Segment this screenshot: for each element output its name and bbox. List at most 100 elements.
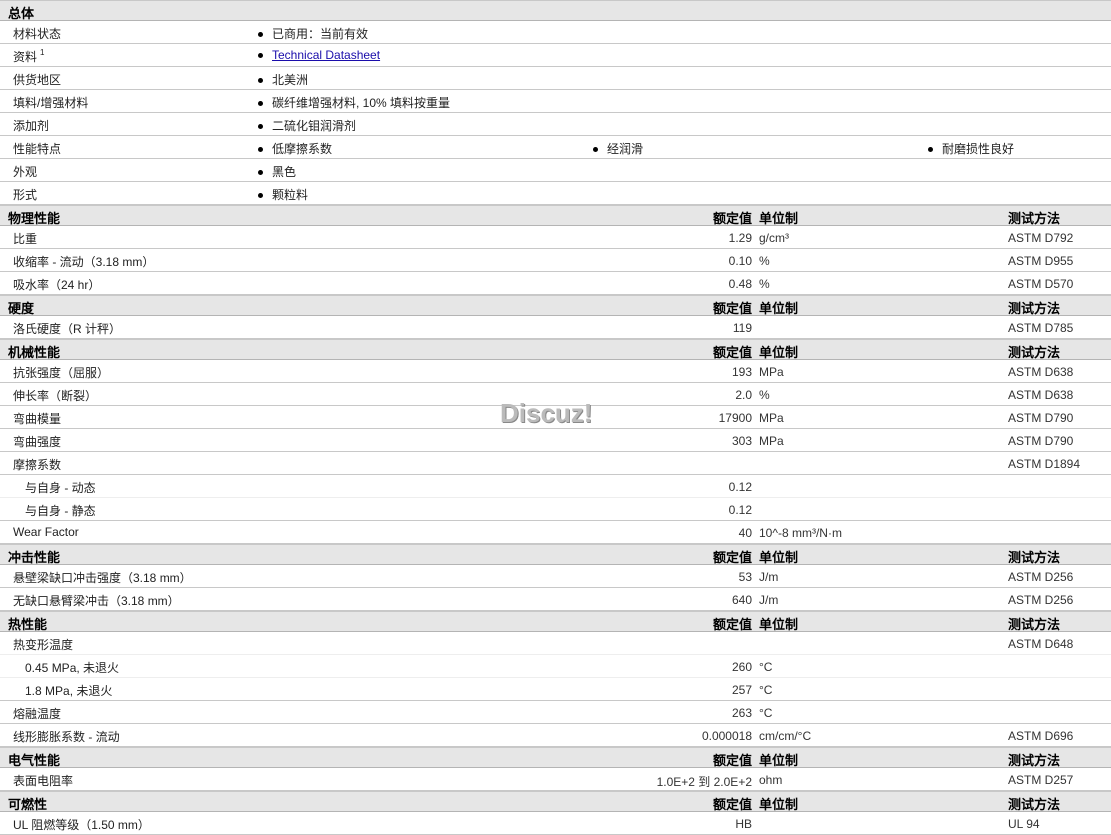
- property-label: 悬壁梁缺口冲击强度（3.18 mm）: [13, 571, 192, 585]
- section-title: 硬度: [8, 301, 35, 316]
- test-method: ASTM D256: [1008, 570, 1074, 584]
- property-unit: MPa: [759, 365, 784, 379]
- column-header-unit: 单位制: [759, 301, 799, 316]
- value-text: 已商用：当前有效: [272, 27, 369, 41]
- property-row: 表面电阻率 1.0E+2 到 2.0E+2 ohm ASTM D257: [0, 768, 1111, 791]
- property-unit: °C: [759, 660, 773, 674]
- test-method: ASTM D1894: [1008, 457, 1081, 471]
- section-title: 冲击性能: [8, 550, 61, 565]
- column-header-value: 额定值: [712, 797, 752, 812]
- property-label-text: 填料/增强材料: [13, 96, 89, 110]
- property-row: 摩擦系数 ASTM D1894: [0, 452, 1111, 475]
- property-label: 弯曲强度: [13, 435, 62, 449]
- property-label: 供货地区: [13, 71, 61, 88]
- column-header-method: 测试方法: [1008, 345, 1061, 360]
- property-unit: 10^-8 mm³/N·m: [759, 526, 842, 540]
- test-method: ASTM D790: [1008, 411, 1074, 425]
- property-value: 0.48: [728, 277, 752, 291]
- property-value: 260: [731, 660, 752, 674]
- property-label-text: 材料状态: [13, 27, 62, 41]
- property-label: 洛氏硬度（R 计秤）: [13, 322, 122, 336]
- property-label: Wear Factor: [13, 525, 79, 539]
- property-label: 熔融温度: [13, 707, 62, 721]
- property-unit: °C: [759, 683, 773, 697]
- property-row: 1.8 MPa, 未退火 257 °C: [0, 678, 1111, 701]
- property-label: 无缺口悬臂梁冲击（3.18 mm）: [13, 594, 180, 608]
- property-value: 耐磨损性良好: [928, 140, 1014, 157]
- section-header: 可燃性 额定值 单位制 测试方法: [0, 791, 1111, 812]
- test-method: UL 94: [1008, 817, 1040, 831]
- property-label: 比重: [13, 232, 38, 246]
- column-header-unit: 单位制: [759, 753, 799, 768]
- property-row: 收缩率 - 流动（3.18 mm） 0.10% ASTM D955: [0, 249, 1111, 272]
- column-header-unit: 单位制: [759, 211, 799, 226]
- property-value: 0.000018: [701, 729, 752, 743]
- property-unit: cm/cm/°C: [759, 729, 812, 743]
- property-label-text: 形式: [13, 188, 38, 202]
- property-row: 悬壁梁缺口冲击强度（3.18 mm） 53 J/m ASTM D256: [0, 565, 1111, 588]
- value-text: 二硫化钼润滑剂: [272, 119, 357, 133]
- property-value: 1.29: [728, 231, 752, 245]
- bullet-icon: [593, 147, 598, 153]
- property-value: 17900: [718, 411, 752, 425]
- property-value: 303: [731, 434, 752, 448]
- column-header-method: 测试方法: [1008, 301, 1061, 316]
- column-header-value: 额定值: [712, 753, 752, 768]
- bullet-icon: [258, 101, 263, 107]
- property-label: 与自身 - 静态: [25, 504, 96, 518]
- property-value: 0.12: [728, 503, 752, 517]
- column-header-unit: 单位制: [759, 345, 799, 360]
- property-unit: MPa: [759, 434, 784, 448]
- property-label: 添加剂: [13, 117, 49, 134]
- value-text: 北美洲: [272, 73, 309, 87]
- footnote-marker: 1: [40, 48, 45, 57]
- property-label: 与自身 - 动态: [25, 481, 96, 495]
- property-value: 263: [731, 706, 752, 720]
- property-label: 1.8 MPa, 未退火: [25, 684, 113, 698]
- property-row: Wear Factor 40 10^-8 mm³/N·m: [0, 521, 1111, 544]
- property-label-text: 性能特点: [13, 142, 62, 156]
- property-row: 0.45 MPa, 未退火 260 °C: [0, 655, 1111, 678]
- general-row: 性能特点 低摩擦系数 经润滑 耐磨损性良好: [0, 136, 1111, 159]
- property-label: 填料/增强材料: [13, 94, 88, 111]
- technical-datasheet-link[interactable]: Technical Datasheet: [272, 48, 380, 62]
- property-row: 洛氏硬度（R 计秤） 119 ASTM D785: [0, 316, 1111, 339]
- column-header-unit: 单位制: [759, 550, 799, 565]
- column-header-unit: 单位制: [759, 797, 799, 812]
- test-method: ASTM D570: [1008, 277, 1074, 291]
- property-label: 收缩率 - 流动（3.18 mm）: [13, 255, 155, 269]
- bullet-icon: [258, 32, 263, 38]
- test-method: ASTM D257: [1008, 773, 1074, 787]
- property-row: 线形膨胀系数 - 流动 0.000018 cm/cm/°C ASTM D696: [0, 724, 1111, 747]
- property-label: 伸长率（断裂）: [13, 389, 98, 403]
- property-unit: MPa: [759, 411, 784, 425]
- property-label-text: 供货地区: [13, 73, 62, 87]
- property-label: 吸水率（24 hr）: [13, 278, 101, 292]
- section-header: 物理性能 额定值 单位制 测试方法: [0, 205, 1111, 226]
- property-unit: J/m: [759, 570, 779, 584]
- property-value: 颗粒料: [258, 186, 308, 203]
- property-label: 表面电阻率: [13, 774, 74, 788]
- property-row: 与自身 - 动态 0.12: [0, 475, 1111, 498]
- column-header-value: 额定值: [712, 345, 752, 360]
- test-method: ASTM D785: [1008, 321, 1074, 335]
- property-label: 线形膨胀系数 - 流动: [13, 730, 120, 744]
- column-header-value: 额定值: [712, 617, 752, 632]
- general-row: 外观 黑色: [0, 159, 1111, 182]
- property-row: 与自身 - 静态 0.12: [0, 498, 1111, 521]
- section-title: 热性能: [8, 617, 48, 632]
- property-unit: ohm: [759, 773, 783, 787]
- test-method: ASTM D638: [1008, 388, 1074, 402]
- bullet-icon: [258, 78, 263, 84]
- general-row: 供货地区 北美洲: [0, 67, 1111, 90]
- property-value: 黑色: [258, 163, 296, 180]
- bullet-icon: [258, 147, 263, 153]
- column-header-value: 额定值: [712, 301, 752, 316]
- property-row: 吸水率（24 hr） 0.48% ASTM D570: [0, 272, 1111, 295]
- property-value: Technical Datasheet: [258, 48, 380, 62]
- section-header-general: 总体: [0, 0, 1111, 21]
- general-row: 形式 颗粒料: [0, 182, 1111, 205]
- property-value: 2.0: [735, 388, 752, 402]
- property-row: 无缺口悬臂梁冲击（3.18 mm） 640 J/m ASTM D256: [0, 588, 1111, 611]
- section-title: 电气性能: [8, 753, 61, 768]
